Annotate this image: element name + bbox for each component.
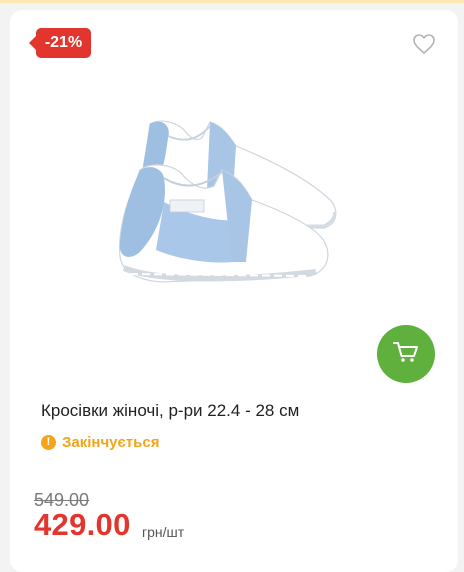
current-price: 429.00 — [34, 507, 131, 542]
price-unit: грн/шт — [142, 524, 185, 540]
favorite-heart-icon[interactable] — [412, 33, 436, 55]
product-title[interactable]: Кросівки жіночі, р-ри 22.4 - 28 см — [41, 401, 299, 421]
add-to-cart-button[interactable] — [377, 325, 435, 383]
exclamation-circle-icon: ! — [41, 434, 56, 450]
top-accent-bar — [0, 0, 464, 3]
cart-icon — [393, 341, 419, 368]
discount-badge: -21% — [29, 28, 91, 58]
stock-status-label: Закінчується — [62, 433, 160, 451]
product-image[interactable] — [110, 112, 350, 302]
stock-status: ! Закінчується — [41, 432, 159, 452]
